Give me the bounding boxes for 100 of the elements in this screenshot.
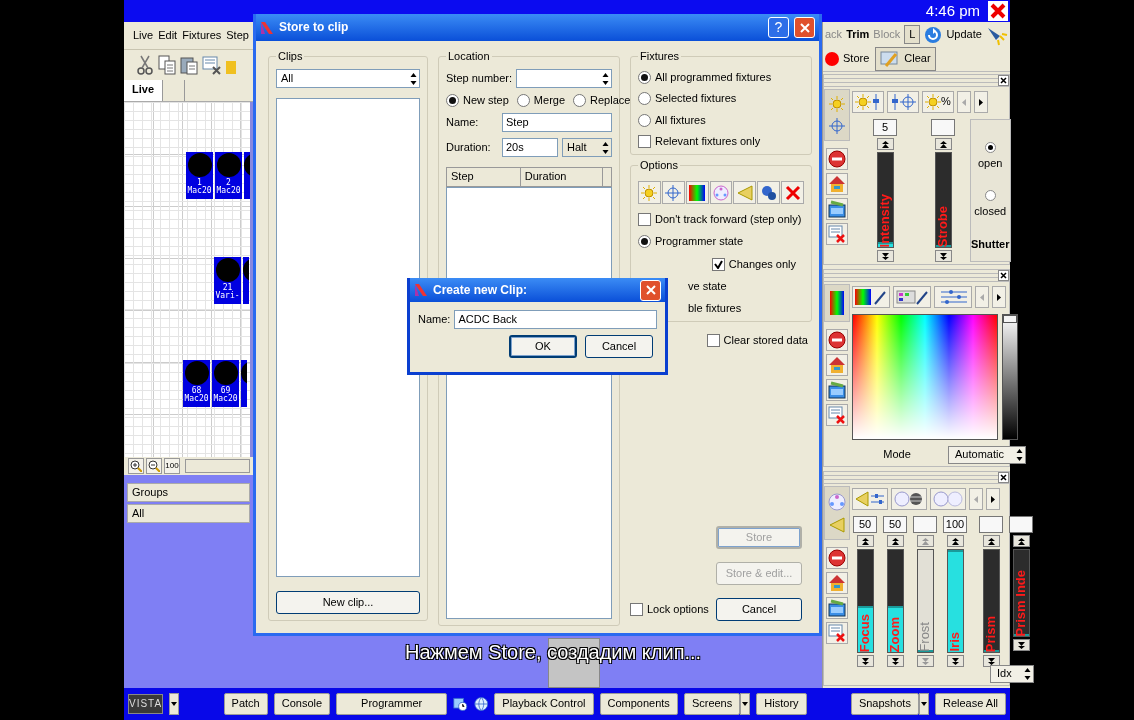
toolbar-button[interactable]: Trim [846,27,870,42]
dialog-button[interactable]: Cancel [585,335,653,358]
scrollbar[interactable] [185,459,250,473]
name-field[interactable]: Step [502,113,612,133]
panel-tab[interactable] [887,91,919,113]
duration-mode-select[interactable]: Halt [562,138,612,158]
taskbar-button[interactable]: Patch [223,693,268,715]
brightness-slider[interactable] [1002,314,1018,440]
fader-value[interactable] [979,516,1003,533]
step-down-button[interactable] [982,655,1000,667]
lock-toggle-button[interactable]: L [904,24,921,45]
clock-calendar-icon[interactable] [453,695,468,713]
radio-button[interactable] [984,142,996,153]
clear-button[interactable]: Clear [875,47,936,71]
step-down-button[interactable] [1012,639,1030,651]
copy-icon[interactable] [158,55,176,75]
panel-tab[interactable] [852,286,890,308]
checkbox[interactable] [630,603,643,616]
menu-item[interactable]: Step [226,28,249,43]
fixture-tile[interactable]: 21 Vari- [214,257,241,304]
taskbar-button[interactable]: Console [273,693,331,715]
menu-dropdown-button[interactable] [169,693,180,715]
panel-tab[interactable] [934,286,972,308]
dropdown-button[interactable] [918,693,929,715]
step-down-button[interactable] [934,250,952,262]
taskbar-button[interactable]: History [756,693,807,715]
radio-button[interactable] [516,94,530,108]
globe-icon[interactable] [473,695,489,713]
step-up-button[interactable] [934,138,952,150]
radio-button[interactable] [638,92,651,106]
fixture-tile[interactable]: 1 Mac20 [186,152,213,199]
taskbar-button[interactable]: Release All [935,693,1007,715]
color-picker[interactable] [852,314,998,440]
scroll-right-button[interactable] [973,91,988,113]
fader-track[interactable]: Intensity [876,152,894,248]
panel-tab[interactable]: % [922,91,954,113]
store-button[interactable]: Store [825,52,870,66]
scroll-right-button[interactable] [992,286,1006,308]
checkbox[interactable] [638,134,651,148]
index-mode-select[interactable]: Idx [990,665,1034,683]
taskbar-button[interactable]: Playback Control [494,693,594,715]
option-button[interactable] [781,181,804,205]
checkbox[interactable] [706,334,720,348]
fixture-tile[interactable]: 2 Mac20 [215,152,242,199]
menu-item[interactable]: Edit [158,28,178,43]
fixture-tile[interactable]: 68 Mac20 [183,360,210,407]
slider-thumb[interactable] [1003,315,1017,323]
step-up-button[interactable] [982,535,1000,547]
radio-button[interactable] [638,235,651,249]
group-item[interactable]: All [127,504,250,524]
step-up-button[interactable] [946,535,964,547]
fader-value[interactable] [913,516,937,533]
fader-value[interactable] [1009,516,1033,533]
new-clip-button[interactable]: New clip... [276,591,420,614]
selected-tool-group[interactable] [824,284,850,322]
step-down-button[interactable] [876,250,894,262]
step-down-button[interactable] [856,655,874,667]
scroll-right-button[interactable] [986,488,1000,510]
radio-button[interactable] [638,71,651,85]
step-down-button[interactable] [946,655,964,667]
panel-tab[interactable] [852,91,884,113]
step-up-button[interactable] [886,535,904,547]
step-down-button[interactable] [886,655,904,667]
menu-item[interactable]: Live [133,28,154,43]
fader-track[interactable]: Strobe [934,152,952,248]
fader-value[interactable] [931,119,955,136]
zoom-reset-button[interactable]: 100 [164,458,180,474]
radio-button[interactable] [984,190,996,202]
view-tab[interactable]: Live [124,80,163,101]
taskbar-button[interactable]: Programmer [336,693,448,715]
menu-item[interactable]: Fixtures [182,28,222,43]
fixture-tile[interactable]: 69 Mac20 [212,360,239,407]
dialog-button[interactable]: Cancel [716,598,802,621]
duration-field[interactable]: 20s [502,138,558,158]
close-button[interactable] [998,75,1009,86]
panel-tab[interactable] [852,488,888,510]
radio-button[interactable] [446,94,459,108]
fader-track[interactable]: Prism [982,549,1000,653]
option-button[interactable] [685,181,709,205]
step-up-button[interactable] [856,535,874,547]
dropdown-button[interactable] [740,693,751,715]
option-button[interactable] [757,181,781,205]
taskbar-button[interactable]: Snapshots [850,693,919,715]
taskbar-button[interactable]: Components [599,693,678,715]
panel-tab[interactable] [891,488,927,510]
radio-button[interactable] [573,94,587,108]
step-number-select[interactable] [516,69,612,89]
close-button[interactable] [998,270,1009,281]
checkbox[interactable] [638,213,651,227]
help-button[interactable]: ? [768,17,789,38]
fader-track[interactable]: Prism Inde [1012,549,1030,637]
panel-tab[interactable] [893,286,931,308]
zoom-in-button[interactable] [128,458,144,474]
clip-name-field[interactable]: ACDC Back [454,310,657,329]
update-button[interactable]: Update [924,25,982,44]
taskbar-button[interactable]: Screens [683,693,741,715]
dialog-button[interactable]: OK [509,335,577,358]
paste-icon[interactable] [180,55,198,75]
zoom-out-button[interactable] [146,458,162,474]
step-up-button[interactable] [1012,535,1030,547]
